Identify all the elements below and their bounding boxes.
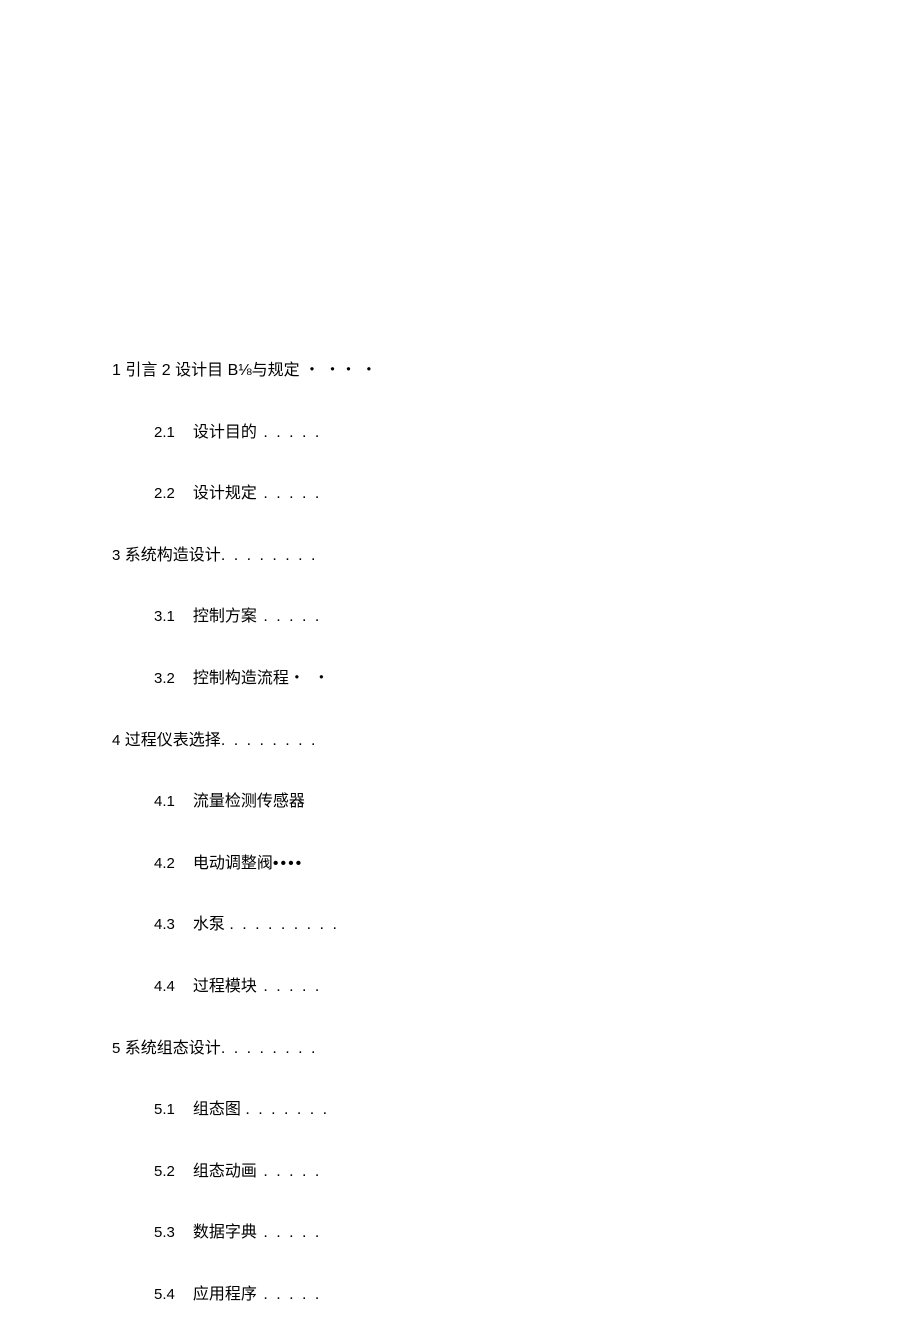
toc-container: 1 引言 2 设计目 B⅛与规定 ・ ・・ ・ 2.1 设计目的 . . . . …	[112, 358, 812, 1344]
toc-title: 流量检测传感器	[193, 793, 305, 810]
toc-entry: 5.1 组态图 . . . . . . .	[112, 1097, 812, 1123]
toc-leader: ••••	[273, 855, 303, 872]
toc-entry: 3.2 控制构造流程・ ・	[112, 666, 812, 692]
toc-title: 组态动画	[193, 1163, 257, 1180]
toc-num: 3	[112, 547, 120, 564]
toc-leader: . . . . . . . . .	[229, 916, 339, 933]
toc-title: 设计目的	[193, 424, 257, 441]
toc-num: 4.1	[154, 793, 175, 810]
toc-entry: 3 系统构造设计. . . . . . . .	[112, 543, 812, 569]
toc-title: 过程模块	[193, 978, 257, 995]
toc-title: 水泵	[193, 916, 229, 933]
toc-num: 2.2	[154, 485, 175, 502]
toc-entry: 4.3 水泵 . . . . . . . . .	[112, 912, 812, 938]
toc-entry: 5.3 数据字典 . . . . .	[112, 1220, 812, 1246]
toc-leader: . . . . .	[257, 1286, 321, 1303]
toc-entry: 4.2 电动调整阀••••	[112, 851, 812, 877]
toc-leader: . . . . .	[257, 424, 321, 441]
toc-leader: . . . . .	[257, 608, 321, 625]
toc-num: 4.2	[154, 855, 175, 872]
toc-num: 5.2	[154, 1163, 175, 1180]
toc-num: 5.4	[154, 1286, 175, 1303]
toc-title: 设计规定	[193, 485, 257, 502]
toc-leader: . . . . .	[257, 1163, 321, 1180]
toc-title: 控制方案	[193, 608, 257, 625]
toc-title: 系统组态设计	[125, 1040, 221, 1057]
toc-entry: 5.2 组态动画 . . . . .	[112, 1159, 812, 1185]
toc-num: 5.1	[154, 1101, 175, 1118]
toc-leader: . . . . . . . .	[221, 1040, 318, 1057]
toc-num: 5	[112, 1040, 120, 1057]
toc-line-1-text: 1 引言 2 设计目 B⅛与规定 ・ ・・ ・	[112, 362, 377, 379]
toc-entry: 4.1 流量检测传感器	[112, 789, 812, 815]
toc-num: 4.4	[154, 978, 175, 995]
toc-entry: 4 过程仪表选择. . . . . . . .	[112, 728, 812, 754]
toc-num: 4.3	[154, 916, 175, 933]
toc-num: 3.2	[154, 670, 175, 687]
toc-leader: . . . . .	[257, 1224, 321, 1241]
toc-leader: . . . . . . . .	[221, 547, 318, 564]
toc-title: 组态图	[193, 1101, 245, 1118]
toc-title: 电动调整阀	[193, 855, 273, 872]
toc-line-1: 1 引言 2 设计目 B⅛与规定 ・ ・・ ・	[112, 358, 812, 384]
toc-title: 应用程序	[193, 1286, 257, 1303]
toc-title: 数据字典	[193, 1224, 257, 1241]
toc-num: 2.1	[154, 424, 175, 441]
toc-leader: . . . . . . . .	[221, 732, 318, 749]
toc-num: 4	[112, 732, 120, 749]
toc-entry: 3.1 控制方案 . . . . .	[112, 604, 812, 630]
toc-num: 5.3	[154, 1224, 175, 1241]
toc-entry: 2.1 设计目的 . . . . .	[112, 420, 812, 446]
toc-leader: . . . . . . .	[245, 1101, 329, 1118]
toc-leader: . . . . .	[257, 485, 321, 502]
toc-leader: . . . . .	[257, 978, 321, 995]
toc-entry: 5 系统组态设计. . . . . . . .	[112, 1036, 812, 1062]
toc-entry: 4.4 过程模块 . . . . .	[112, 974, 812, 1000]
toc-entry: 5.4 应用程序 . . . . .	[112, 1282, 812, 1308]
toc-leader: ・ ・	[289, 670, 331, 687]
toc-entry: 2.2 设计规定 . . . . .	[112, 481, 812, 507]
toc-title: 系统构造设计	[125, 547, 221, 564]
toc-num: 3.1	[154, 608, 175, 625]
toc-title: 控制构造流程	[193, 670, 289, 687]
toc-title: 过程仪表选择	[125, 732, 221, 749]
